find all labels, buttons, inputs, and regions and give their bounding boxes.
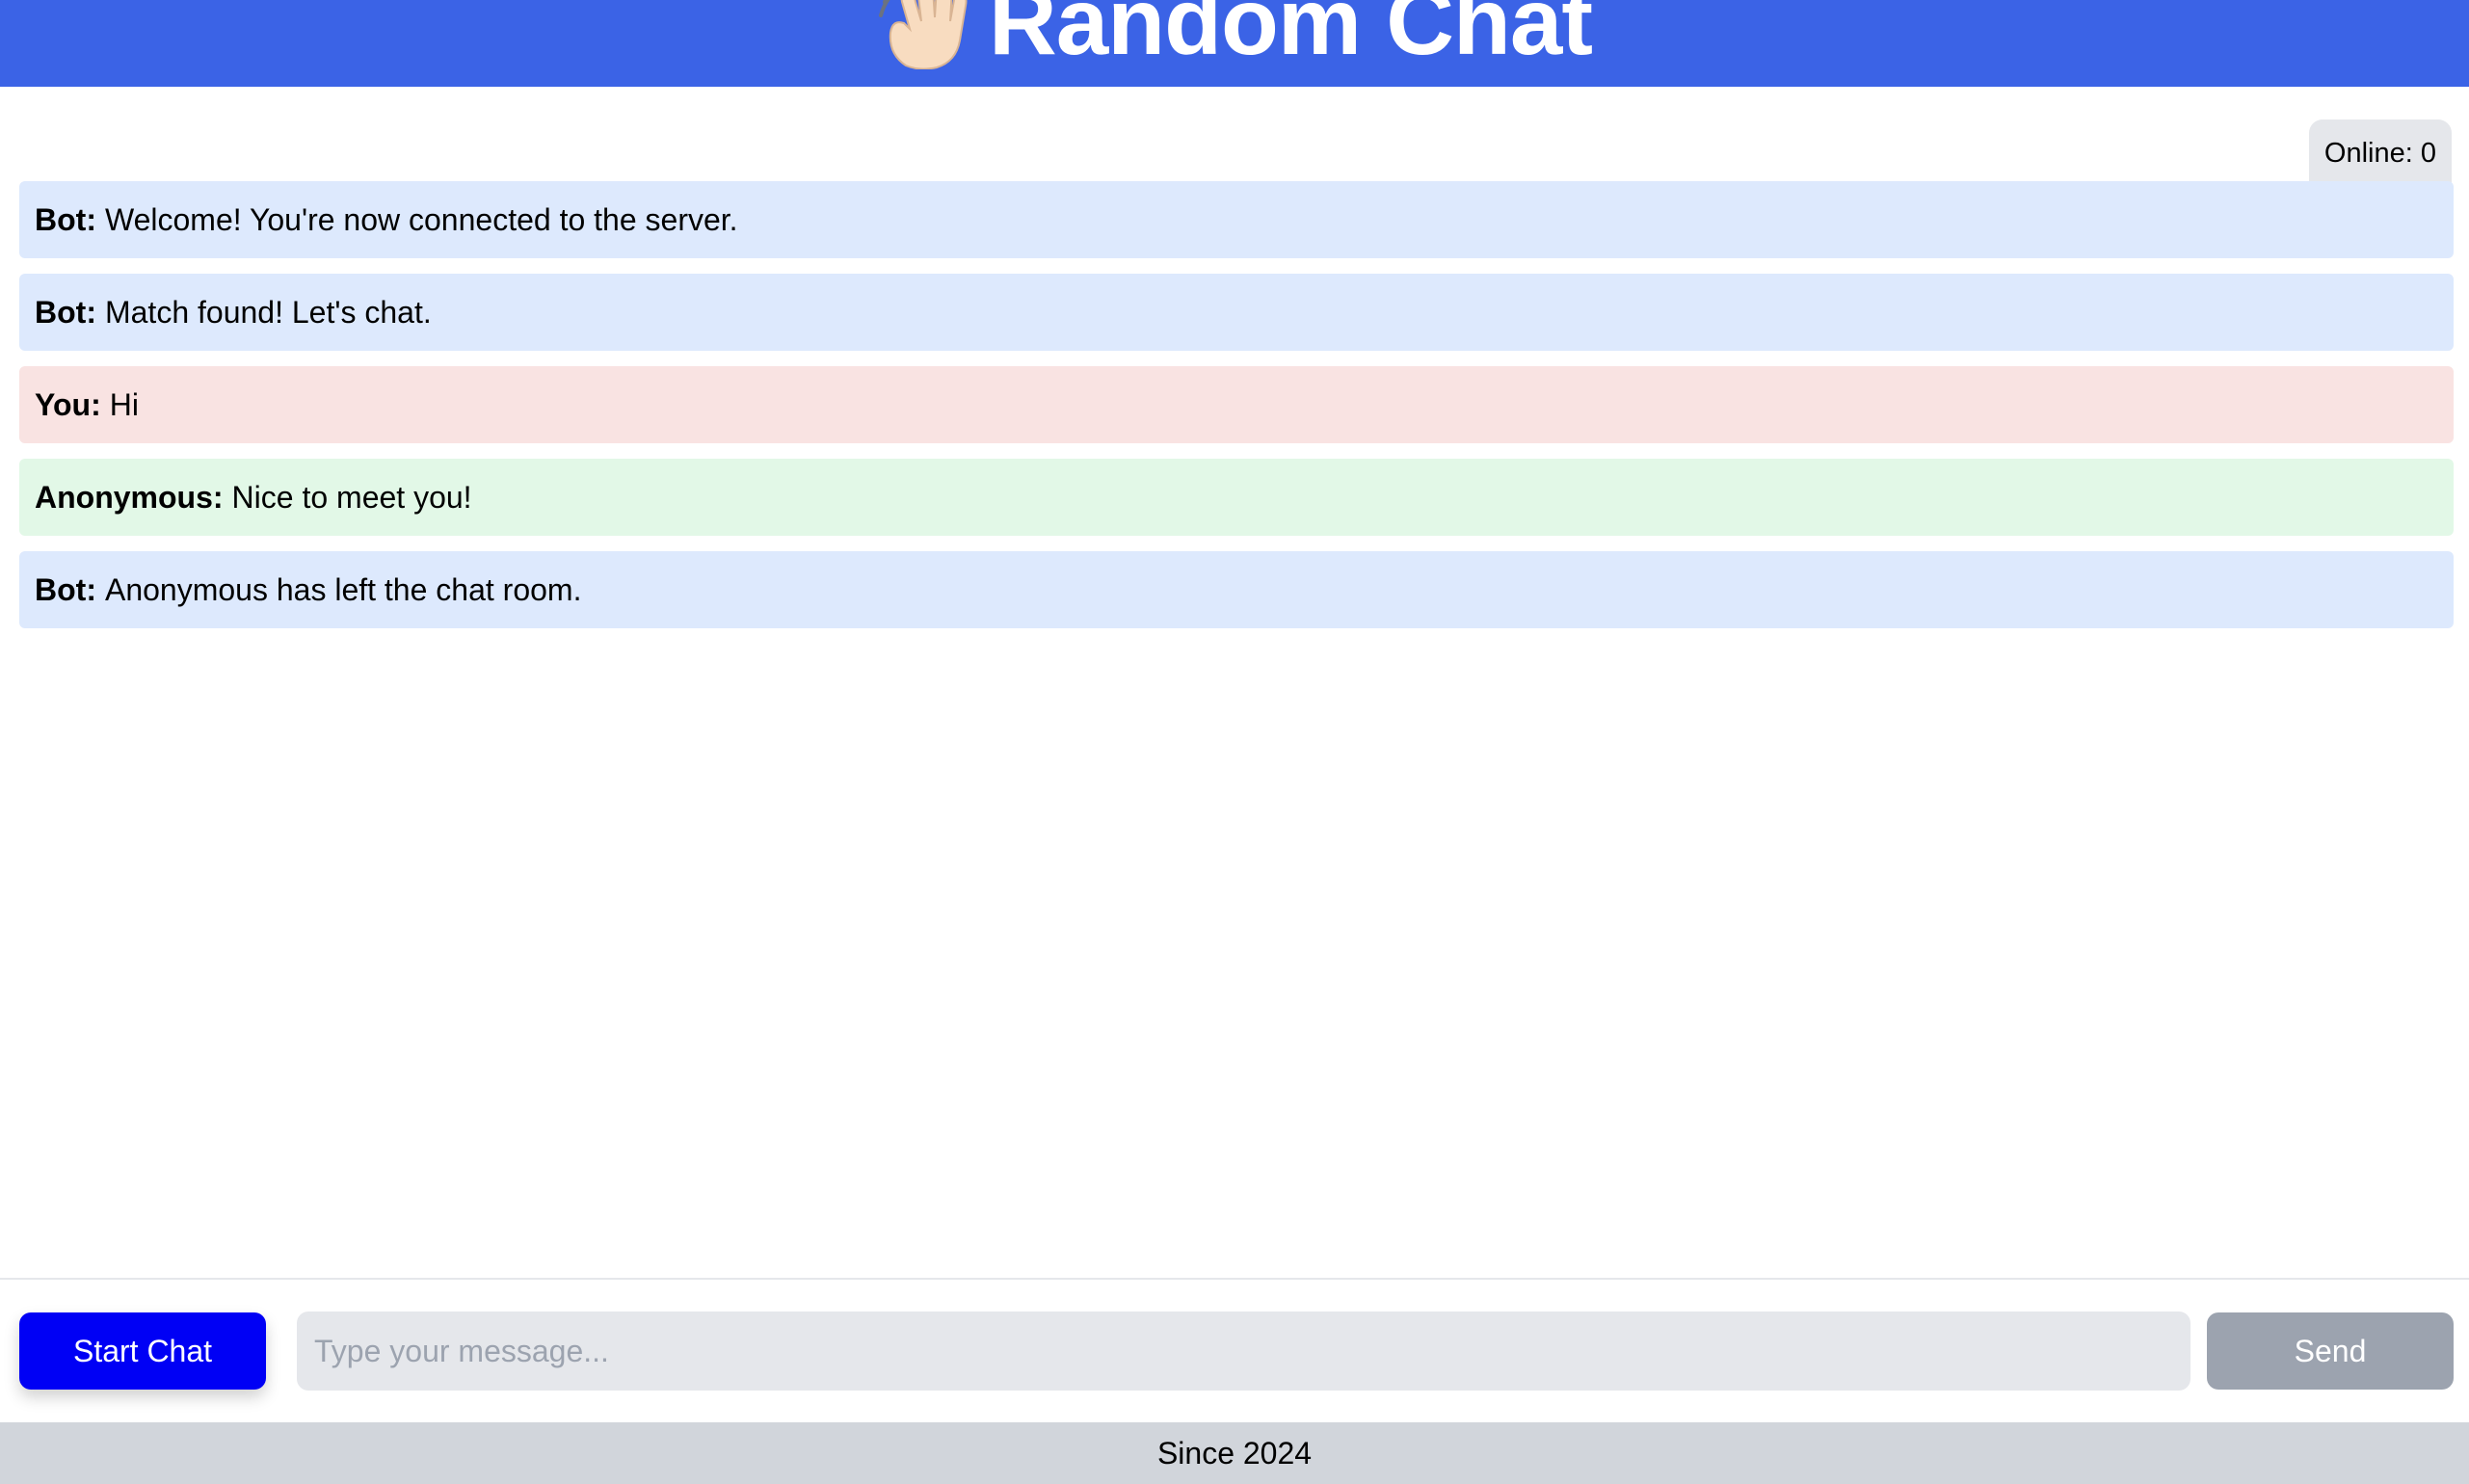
- message-text: Welcome! You're now connected to the ser…: [104, 201, 738, 237]
- chat-message: Bot: Match found! Let's chat.: [19, 274, 2454, 351]
- page-title: Random Chat: [989, 0, 1593, 74]
- message-text: Anonymous has left the chat room.: [104, 571, 582, 607]
- message-sender: Bot:: [35, 294, 96, 330]
- page-footer: Since 2024: [0, 1422, 2469, 1484]
- message-sender: Anonymous:: [35, 479, 224, 515]
- message-sender: Bot:: [35, 571, 96, 607]
- send-button[interactable]: Send: [2207, 1312, 2454, 1390]
- waving-hand-icon: [877, 0, 973, 70]
- app-header: Random Chat: [0, 0, 2469, 87]
- start-chat-button[interactable]: Start Chat: [19, 1312, 266, 1390]
- message-sender: You:: [35, 386, 101, 422]
- composer-divider: [0, 1278, 2469, 1280]
- message-text: Hi: [109, 386, 139, 422]
- message-text: Match found! Let's chat.: [104, 294, 432, 330]
- header-title-group: Random Chat: [877, 0, 1593, 74]
- message-input[interactable]: [297, 1312, 2190, 1391]
- footer-text: Since 2024: [1156, 1435, 1313, 1471]
- chat-page: Random Chat Online: 0 Bot: Welcome! You'…: [0, 0, 2469, 1484]
- chat-message: Anonymous: Nice to meet you!: [19, 459, 2454, 536]
- online-count-badge: Online: 0: [2308, 119, 2452, 187]
- message-text: Nice to meet you!: [231, 479, 472, 515]
- message-list: Bot: Welcome! You're now connected to th…: [19, 181, 2454, 644]
- chat-message: You: Hi: [19, 366, 2454, 443]
- chat-message: Bot: Anonymous has left the chat room.: [19, 551, 2454, 628]
- message-sender: Bot:: [35, 201, 96, 237]
- chat-message: Bot: Welcome! You're now connected to th…: [19, 181, 2454, 258]
